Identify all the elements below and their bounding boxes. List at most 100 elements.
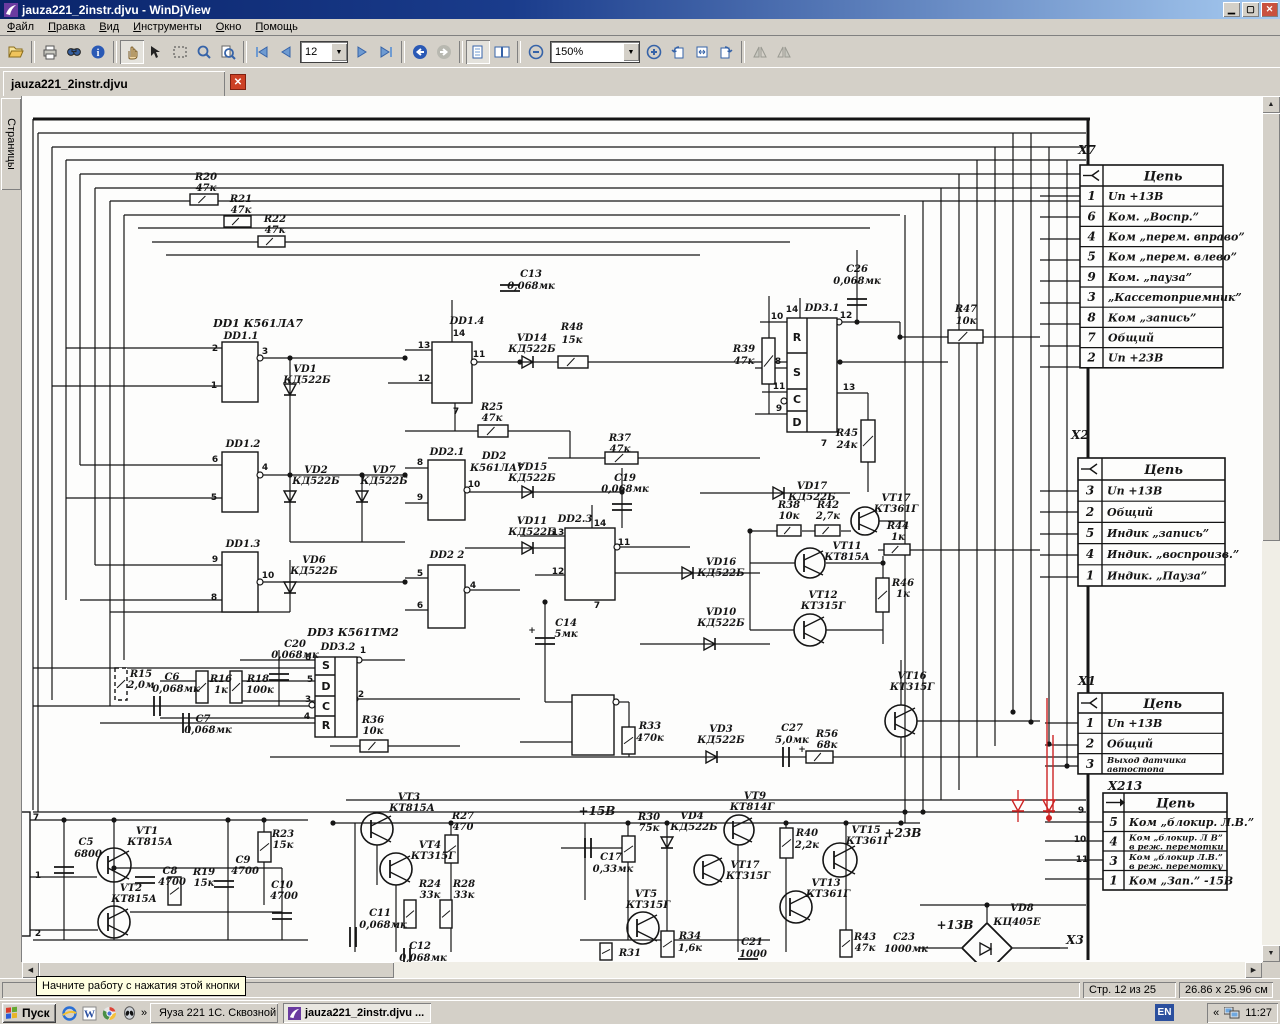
minimize-button[interactable]: ▁ <box>1223 2 1240 17</box>
toolbar-hand-button[interactable] <box>120 40 144 64</box>
marquee-icon <box>172 44 188 60</box>
maximize-button[interactable]: ▢ <box>1242 2 1259 17</box>
toolbar-zoompg-button[interactable] <box>216 40 240 64</box>
document-view[interactable]: Цепь1Uп +13В6Ком. „Воспр.”4Ком „перем. в… <box>22 96 1262 962</box>
schematic-label: КТ315Г <box>725 871 771 882</box>
alien-icon[interactable] <box>120 1004 138 1022</box>
schematic-label: КТ315Г <box>800 601 846 612</box>
clock[interactable]: 11:27 <box>1245 1007 1272 1019</box>
zoomout-icon <box>528 44 544 60</box>
back-icon <box>412 44 428 60</box>
toolbar-single-button[interactable] <box>466 40 490 64</box>
svg-text:3: 3 <box>1109 854 1117 868</box>
toolbar-open-button[interactable] <box>4 40 28 64</box>
schematic-label: 11 <box>473 350 486 360</box>
schematic-label: VT3 <box>398 792 420 803</box>
document-tab[interactable]: jauza221_2instr.djvu <box>3 71 225 96</box>
close-button[interactable]: ✕ <box>1261 2 1278 17</box>
schematic-label: 24к <box>836 440 858 451</box>
menu-item-4[interactable]: Окно <box>209 20 249 34</box>
menu-item-3[interactable]: Инструменты <box>126 20 209 34</box>
toolbar-flipv-button[interactable] <box>772 40 796 64</box>
schematic-label: КД522Б <box>696 735 745 746</box>
toolbar: i 12▼ 150%▼ <box>0 37 1280 68</box>
schematic-label: 9 <box>417 493 423 503</box>
toolbar-last-button[interactable] <box>374 40 398 64</box>
menu-item-0[interactable]: Файл <box>0 20 41 34</box>
taskbar-task-1[interactable]: jauza221_2instr.djvu ... <box>283 1003 431 1023</box>
scroll-down-icon[interactable]: ▼ <box>1262 945 1280 962</box>
menu-item-5[interactable]: Помощь <box>248 20 305 34</box>
schematic-label: 1 <box>211 381 217 391</box>
toolbar-about-button[interactable]: i <box>86 40 110 64</box>
schematic-label: 5мк <box>554 629 577 640</box>
vertical-scrollbar[interactable]: ▲ ▼ <box>1262 96 1280 962</box>
toolbar-print-button[interactable] <box>38 40 62 64</box>
start-button[interactable]: Пуск <box>2 1003 56 1023</box>
toolbar-zoomsel-button[interactable] <box>192 40 216 64</box>
menu-item-2[interactable]: Вид <box>92 20 126 34</box>
schematic-label: DD2.3 <box>557 514 593 525</box>
language-indicator[interactable]: EN <box>1155 1004 1174 1021</box>
chrome-icon[interactable] <box>100 1004 118 1022</box>
toolbar-forward-button[interactable] <box>432 40 456 64</box>
schematic-label: 8 <box>775 357 781 367</box>
tab-close-icon[interactable]: ✕ <box>230 74 246 90</box>
zoom-dropdown-icon[interactable]: ▼ <box>623 43 639 61</box>
zoom-combobox[interactable]: 150%▼ <box>550 41 640 63</box>
schematic-label: VD2 <box>304 465 327 476</box>
toolbar-marquee-button[interactable] <box>168 40 192 64</box>
vertical-scroll-thumb[interactable] <box>1262 113 1280 541</box>
toolbar-prev-button[interactable] <box>274 40 298 64</box>
toolbar-back-button[interactable] <box>408 40 432 64</box>
toolbar-find-button[interactable] <box>62 40 86 64</box>
taskbar-task-0[interactable]: Яуза 221 1С. Сквозной ... <box>150 1003 278 1023</box>
schematic-label: R37 <box>608 433 631 444</box>
schematic-label: 13 <box>843 383 856 393</box>
schematic-label: X2 <box>1070 428 1089 442</box>
tab-bar: jauza221_2instr.djvu ✕ <box>0 68 1280 96</box>
page-combobox[interactable]: 12▼ <box>300 41 348 63</box>
page-dropdown-icon[interactable]: ▼ <box>331 43 347 61</box>
sidebar-tab-pages[interactable]: Страницы <box>1 98 21 190</box>
toolbar-fliph-button[interactable] <box>748 40 772 64</box>
svg-text:9: 9 <box>1087 270 1096 284</box>
word-icon[interactable]: W <box>80 1004 98 1022</box>
menu-item-1[interactable]: Правка <box>41 20 92 34</box>
schematic-label: КТ815А <box>388 803 435 814</box>
toolbar-select-button[interactable] <box>144 40 168 64</box>
schematic-label: 47к <box>734 356 755 367</box>
svg-text:Ком. „пауза”: Ком. „пауза” <box>1107 271 1192 284</box>
svg-text:W: W <box>84 1008 95 1020</box>
toolbar-rotr-button[interactable] <box>714 40 738 64</box>
ie-icon[interactable] <box>60 1004 78 1022</box>
schematic-label: R31 <box>618 948 641 959</box>
schematic-label: КТ315Г <box>410 851 456 862</box>
schematic-label: 9 <box>212 555 218 565</box>
schematic-label: +13В <box>937 918 974 932</box>
tray-chevron[interactable]: « <box>1213 1007 1219 1019</box>
network-icon[interactable] <box>1224 1007 1240 1020</box>
toolbar-rotl-button[interactable] <box>666 40 690 64</box>
schematic-label: КТ815А <box>110 894 157 905</box>
toolbar-fit-button[interactable] <box>690 40 714 64</box>
schematic-label: 10 <box>262 571 275 581</box>
quick-launch-overflow-chevron[interactable]: » <box>138 1004 150 1022</box>
start-button-tooltip: Начните работу с нажатия этой кнопки <box>36 976 246 996</box>
last-icon <box>378 44 394 60</box>
scroll-up-icon[interactable]: ▲ <box>1262 96 1280 113</box>
title-bar: jauza221_2instr.djvu - WinDjView ▁ ▢ ✕ <box>0 0 1280 19</box>
toolbar-facing-button[interactable] <box>490 40 514 64</box>
schematic-label: КД522Б <box>282 375 331 386</box>
system-tray: « 11:27 <box>1207 1003 1278 1023</box>
svg-text:Индик „запись”: Индик „запись” <box>1106 527 1209 540</box>
toolbar-zoomout-button[interactable] <box>524 40 548 64</box>
schematic-label: VT4 <box>419 840 441 851</box>
rotr-icon <box>718 44 734 60</box>
first-icon <box>254 44 270 60</box>
toolbar-next-button[interactable] <box>350 40 374 64</box>
schematic-label: 1000 <box>739 949 767 960</box>
toolbar-first-button[interactable] <box>250 40 274 64</box>
toolbar-zoomin-button[interactable] <box>642 40 666 64</box>
scroll-right-icon[interactable]: ▶ <box>1245 962 1262 978</box>
